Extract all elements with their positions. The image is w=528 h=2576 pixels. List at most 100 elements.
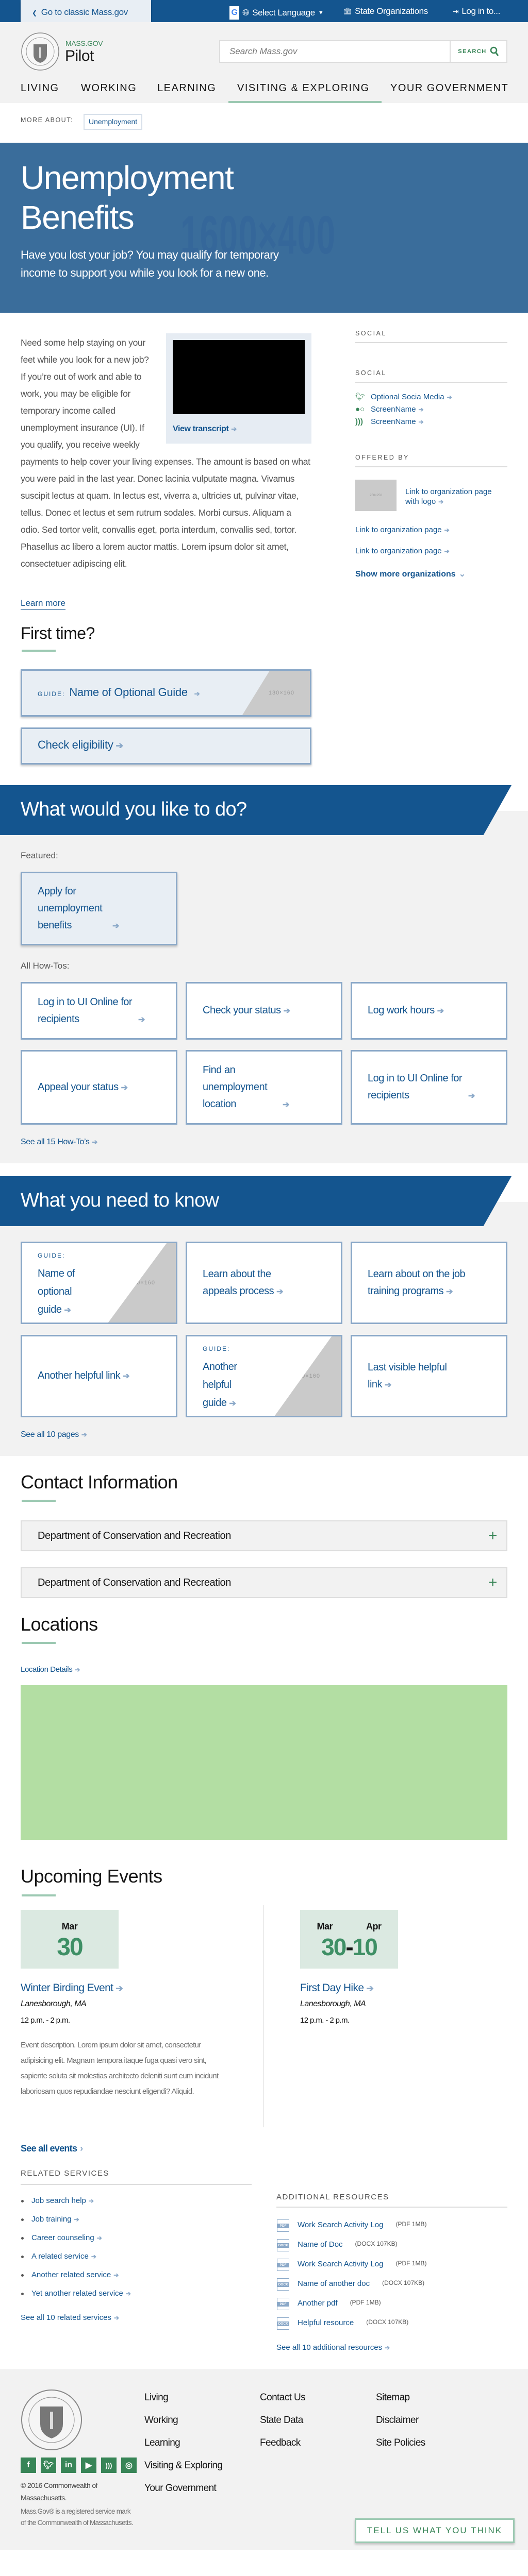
- footer-link[interactable]: Sitemap: [376, 2392, 410, 2403]
- rss-icon[interactable]: ))): [101, 2458, 117, 2473]
- related-service-link[interactable]: A related service ➔: [21, 2252, 131, 2270]
- search-input[interactable]: [220, 41, 447, 62]
- state-organizations-link[interactable]: 🏛︎ State Organizations: [343, 6, 428, 16]
- see-all-howtos-link[interactable]: See all 15 How-To’s ➔: [21, 1138, 97, 1147]
- page-title: Unemployment Benefits: [21, 158, 234, 238]
- related-service-link[interactable]: Yet another related service ➔: [21, 2289, 131, 2308]
- event-title: Winter Birding Event: [21, 1982, 113, 1994]
- resource-link[interactable]: DOCX Name of another doc (DOCX 107KB): [277, 2278, 426, 2299]
- service-mark-text: Mass.Gov® is a registered service mark o…: [21, 2507, 134, 2527]
- guide-card[interactable]: 130×160 GUIDE: Another helpful guide ➔: [186, 1335, 342, 1417]
- howto-card[interactable]: Check your status ➔: [186, 982, 342, 1040]
- see-all-related-services-link[interactable]: See all 10 related services ➔: [21, 2313, 119, 2322]
- linkedin-icon[interactable]: in: [61, 2458, 76, 2473]
- nav-visiting-exploring[interactable]: VISITING & EXPLORING: [237, 82, 370, 94]
- event-time: 12 p.m. - 2 p.m.: [300, 2016, 350, 2025]
- event-title-link[interactable]: First Day Hike ➔: [300, 1982, 374, 1994]
- guide-card[interactable]: 130×160 GUIDE: Name of optional guide ➔: [21, 1242, 177, 1324]
- howto-card[interactable]: Log in to UI Online for recipients ➔: [21, 982, 177, 1040]
- event-location: Lanesborough, MA: [300, 1999, 366, 2008]
- resource-link[interactable]: PDF Work Search Activity Log (PDF 1MB): [277, 2259, 426, 2279]
- need-to-know-heading: What you need to know: [0, 1176, 512, 1226]
- nav-working[interactable]: WORKING: [81, 82, 137, 94]
- info-link-card[interactable]: Last visible helpful link ➔: [351, 1335, 507, 1417]
- footer-link[interactable]: Feedback: [260, 2437, 301, 2449]
- nav-living[interactable]: LIVING: [21, 82, 59, 94]
- video-player[interactable]: [173, 340, 305, 414]
- show-more-organizations-button[interactable]: Show more organizations ⌄: [355, 569, 466, 579]
- footer-link[interactable]: Working: [144, 2415, 178, 2426]
- classic-site-link[interactable]: ❮ Go to classic Mass.gov: [21, 0, 151, 25]
- howto-card[interactable]: Log in to UI Online for recipients ➔: [351, 1050, 507, 1125]
- youtube-icon[interactable]: ▶: [81, 2458, 96, 2473]
- contact-accordion[interactable]: Department of Conservation and Recreatio…: [21, 1520, 507, 1551]
- resource-link[interactable]: PDF Another pdf (PDF 1MB): [277, 2298, 426, 2318]
- arrow-right-icon: ➔: [113, 2272, 119, 2279]
- resource-link[interactable]: PDF Work Search Activity Log (PDF 1MB): [277, 2219, 426, 2240]
- unemployment-tag-button[interactable]: Unemployment: [84, 114, 143, 130]
- see-all-related-label: See all 10 related services: [21, 2313, 111, 2322]
- social-link-flickr[interactable]: ●○ ScreenName ➔: [355, 405, 424, 414]
- resource-link[interactable]: DOCX Name of Doc (DOCX 107KB): [277, 2239, 426, 2260]
- feedback-button[interactable]: TELL US WHAT YOU THINK: [355, 2518, 515, 2543]
- arrow-right-icon: ➔: [96, 2234, 102, 2242]
- info-link-card[interactable]: Another helpful link ➔: [21, 1335, 177, 1417]
- language-selector[interactable]: G 🌐︎ Select Language ▼: [229, 6, 324, 20]
- view-transcript-link[interactable]: View transcript ➔: [173, 425, 305, 434]
- see-all-events-link[interactable]: See all events ›: [21, 2143, 83, 2154]
- page-title-line: Benefits: [21, 199, 135, 236]
- learn-more-link[interactable]: Learn more: [21, 598, 65, 610]
- login-link[interactable]: ⇥ Log in to...: [453, 6, 500, 16]
- see-all-pages-label: See all 10 pages: [21, 1430, 79, 1439]
- check-eligibility-button[interactable]: Check eligibility ➔: [21, 727, 311, 765]
- arrow-right-icon: ➔: [231, 425, 237, 433]
- all-howtos-label: All How-Tos:: [21, 961, 70, 971]
- twitter-icon[interactable]: 🐦︎: [41, 2458, 56, 2473]
- social-link-rss[interactable]: ))) ScreenName ➔: [355, 417, 424, 426]
- info-link-card[interactable]: Learn about on the job training programs…: [351, 1242, 507, 1324]
- resource-link[interactable]: DOCX Helpful resource (DOCX 107KB): [277, 2317, 426, 2338]
- event-date-badge: Mar Apr 30-10: [300, 1910, 398, 1969]
- guide-card[interactable]: 130×160 GUIDE: Name of Optional Guide ➔: [21, 669, 311, 717]
- location-details-link[interactable]: Location Details ➔: [21, 1665, 80, 1674]
- nav-your-government[interactable]: YOUR GOVERNMENT: [390, 82, 508, 94]
- related-service-link[interactable]: Another related service ➔: [21, 2270, 131, 2289]
- org-link[interactable]: Link to organization page ➔: [355, 547, 450, 555]
- related-service-link[interactable]: Job training ➔: [21, 2215, 131, 2233]
- org-link[interactable]: Link to organization page ➔: [355, 526, 450, 534]
- search-button[interactable]: SEARCH: [450, 41, 506, 62]
- related-services-list: Job search help ➔ Job training ➔ Career co…: [21, 2196, 131, 2308]
- footer-link[interactable]: Your Government: [144, 2483, 217, 2494]
- instagram-icon[interactable]: ◎: [121, 2458, 137, 2473]
- contact-accordion[interactable]: Department of Conservation and Recreatio…: [21, 1567, 507, 1598]
- footer-link[interactable]: Disclaimer: [376, 2415, 419, 2426]
- howto-card[interactable]: Find an unemployment location ➔: [186, 1050, 342, 1125]
- footer-link[interactable]: Contact Us: [260, 2392, 306, 2403]
- related-service-label: Another related service: [31, 2270, 111, 2279]
- event-title-link[interactable]: Winter Birding Event ➔: [21, 1982, 123, 1994]
- footer-link[interactable]: Visiting & Exploring: [144, 2460, 223, 2471]
- arrow-right-icon: ➔: [444, 548, 450, 555]
- massachusetts-seal-logo[interactable]: [21, 32, 60, 71]
- info-link-card[interactable]: Learn about the appeals process ➔: [186, 1242, 342, 1324]
- related-service-link[interactable]: Career counseling ➔: [21, 2233, 131, 2252]
- location-map[interactable]: [21, 1685, 507, 1840]
- see-all-pages-link[interactable]: See all 10 pages ➔: [21, 1430, 87, 1439]
- pdf-file-icon: PDF: [277, 2219, 289, 2232]
- brand-title[interactable]: Pilot: [65, 47, 94, 65]
- related-service-label: A related service: [31, 2252, 89, 2261]
- related-service-link[interactable]: Job search help ➔: [21, 2196, 131, 2215]
- howto-card[interactable]: Log work hours ➔: [351, 982, 507, 1040]
- footer-link[interactable]: State Data: [260, 2415, 303, 2426]
- footer-link[interactable]: Living: [144, 2392, 169, 2403]
- org-logo-link[interactable]: Link to organization page with logo ➔: [405, 487, 493, 507]
- see-all-resources-link[interactable]: See all 10 additional resources ➔: [276, 2343, 390, 2352]
- social-link-twitter[interactable]: 🐦︎ Optional Socia Media ➔: [355, 392, 452, 401]
- howto-card[interactable]: Appeal your status ➔: [21, 1050, 177, 1125]
- facebook-icon[interactable]: f: [21, 2458, 36, 2473]
- footer-link[interactable]: Learning: [144, 2437, 180, 2449]
- featured-howto-card[interactable]: Apply for unemployment benefits ➔: [21, 872, 177, 945]
- guide-label: GUIDE:: [38, 1251, 65, 1259]
- footer-link[interactable]: Site Policies: [376, 2437, 425, 2449]
- nav-learning[interactable]: LEARNING: [157, 82, 216, 94]
